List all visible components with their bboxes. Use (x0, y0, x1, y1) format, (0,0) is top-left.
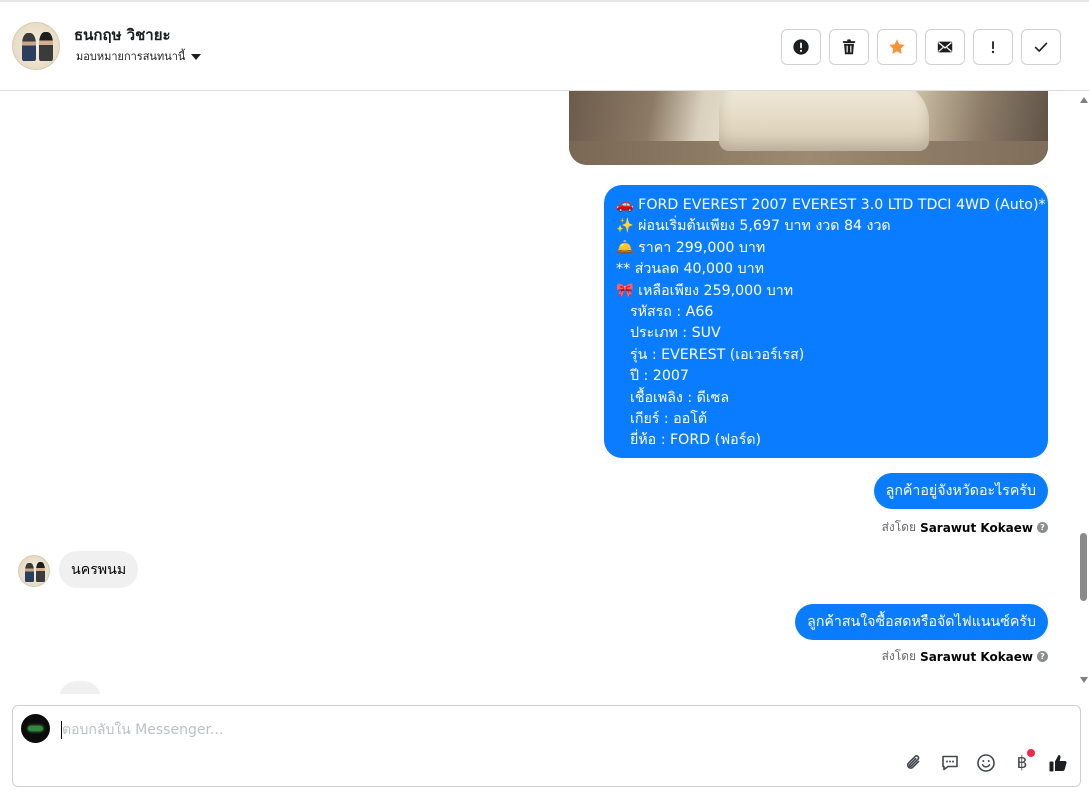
listing-line: 🎀 เหลือเพียง 259,000 บาท (616, 282, 794, 299)
baht-payment-icon: ฿ (1016, 753, 1028, 773)
listing-detail: เกียร์ : ออโต้ (630, 411, 708, 428)
assign-conversation-dropdown[interactable]: มอบหมายการสนทนานี้ (76, 47, 202, 65)
conversation-header: ธนกฤษ วิชายะ มอบหมายการสนทนานี้ (0, 2, 1089, 91)
exclamation-icon (991, 41, 995, 54)
reply-input[interactable] (62, 718, 662, 742)
assign-conversation-label: มอบหมายการสนทนานี้ (76, 50, 186, 63)
sent-by-label: ส่งโดย Sarawut Kokaew ? (882, 647, 1048, 666)
saved-replies-button[interactable] (939, 752, 961, 774)
scroll-thumb[interactable] (1080, 533, 1087, 601)
envelope-icon (937, 41, 953, 53)
caret-down-icon (191, 53, 202, 60)
car-seat-photo[interactable] (569, 91, 1048, 165)
emoji-button[interactable] (975, 752, 997, 774)
listing-line: 🚗 FORD EVEREST 2007 EVEREST 3.0 LTD TDCI… (616, 197, 1046, 213)
listing-detail: ปี : 2007 (630, 368, 689, 385)
sent-by-prefix: ส่งโดย (881, 649, 917, 663)
sent-by-prefix: ส่งโดย (881, 520, 917, 534)
car-listing-message[interactable]: 🚗 FORD EVEREST 2007 EVEREST 3.0 LTD TDCI… (604, 185, 1048, 458)
outgoing-message[interactable]: ลูกค้าสนใจซื้อสดหรือจัดไฟแนนซ์ครับ (795, 604, 1048, 640)
outgoing-message[interactable]: ลูกค้าอยู่จังหวัดอะไรครับ (873, 473, 1048, 509)
help-icon[interactable]: ? (1037, 651, 1048, 662)
header-actions (781, 29, 1061, 65)
delete-button[interactable] (829, 29, 869, 65)
mark-unread-button[interactable] (925, 29, 965, 65)
composer-tools: ฿ (903, 749, 1069, 774)
contact-avatar-small[interactable] (18, 555, 50, 587)
notification-dot (1027, 749, 1035, 757)
sent-by-label: ส่งโดย Sarawut Kokaew ? (882, 518, 1048, 537)
trash-icon (842, 39, 856, 55)
like-button[interactable] (1047, 752, 1069, 774)
listing-detail: ประเภท : SUV (630, 325, 721, 342)
thumbs-up-icon (1049, 755, 1067, 772)
alert-circle-icon (793, 39, 809, 55)
star-button[interactable] (877, 29, 917, 65)
saved-reply-icon (942, 755, 958, 771)
contact-name[interactable]: ธนกฤษ วิชายะ (74, 23, 171, 47)
sent-by-name: Sarawut Kokaew (920, 520, 1033, 535)
checkmark-icon (1034, 42, 1048, 52)
listing-detail: เชื้อเพลิง : ดีเซล (630, 389, 730, 406)
listing-detail: ยี่ห้อ : FORD (ฟอร์ด) (630, 432, 762, 449)
incoming-message[interactable]: นครพนม (59, 551, 139, 588)
thread-scrollbar[interactable] (1077, 91, 1089, 694)
paperclip-icon (906, 755, 920, 769)
page-avatar (21, 714, 50, 743)
listing-line: ** ส่วนลด 40,000 บาท (616, 261, 764, 278)
follow-up-button[interactable] (973, 29, 1013, 65)
listing-detail: รุ่น : EVEREST (เอเวอร์เรส) (630, 346, 805, 363)
contact-avatar[interactable] (12, 22, 60, 70)
mark-done-button[interactable] (1021, 29, 1061, 65)
message-thread[interactable]: 🚗 FORD EVEREST 2007 EVEREST 3.0 LTD TDCI… (0, 91, 1077, 694)
listing-detail: รหัสรถ : A66 (630, 304, 714, 321)
sent-by-name: Sarawut Kokaew (920, 649, 1033, 664)
mark-spam-button[interactable] (781, 29, 821, 65)
listing-line: 🛎️ ราคา 299,000 บาท (616, 239, 766, 256)
incoming-message-partial[interactable] (59, 681, 101, 694)
listing-line: ✨ ผ่อนเริ่มต้นเพียง 5,697 บาท งวด 84 งวด (616, 218, 891, 235)
star-icon (889, 39, 905, 54)
scroll-up-arrow-icon[interactable] (1080, 97, 1088, 103)
scroll-down-arrow-icon[interactable] (1080, 677, 1088, 683)
help-icon[interactable]: ? (1037, 522, 1048, 533)
payment-button[interactable]: ฿ (1011, 749, 1035, 774)
emoji-icon (977, 754, 995, 772)
attach-button[interactable] (903, 752, 925, 774)
reply-composer: ฿ (12, 705, 1081, 787)
